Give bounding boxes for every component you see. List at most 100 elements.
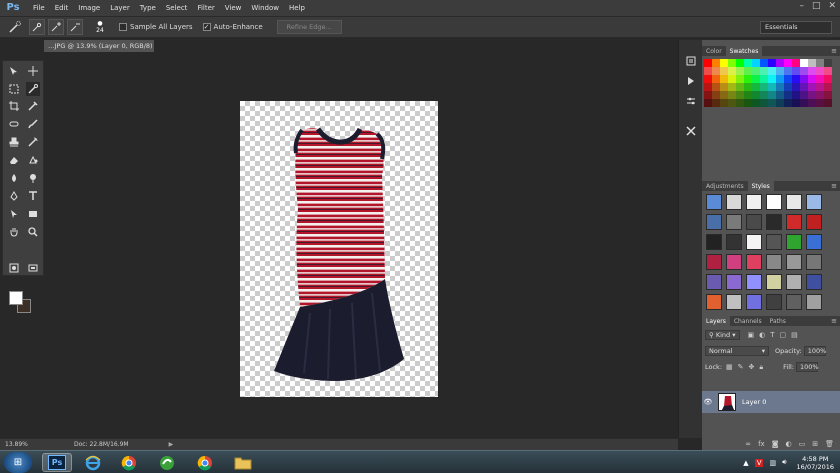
swatch[interactable] — [792, 83, 800, 91]
internet-explorer-icon[interactable] — [78, 453, 108, 472]
swatch[interactable] — [776, 67, 784, 75]
swatch[interactable] — [752, 99, 760, 107]
swatch[interactable] — [808, 83, 816, 91]
swatch[interactable] — [776, 75, 784, 83]
new-group-icon[interactable]: ▭ — [799, 440, 806, 448]
swatch[interactable] — [736, 67, 744, 75]
zoom-level[interactable]: 13.89% — [0, 441, 38, 448]
filter-shape-icon[interactable]: ▢ — [780, 331, 787, 339]
tab-swatches[interactable]: Swatches — [725, 46, 763, 56]
swatch[interactable] — [800, 75, 808, 83]
photoshop-taskbar-icon[interactable]: Ps — [42, 453, 72, 472]
new-layer-icon[interactable]: ⊞ — [812, 440, 818, 448]
swatch[interactable] — [800, 91, 808, 99]
menu-help[interactable]: Help — [284, 4, 310, 12]
tools-preset-icon[interactable] — [684, 124, 698, 138]
swatch[interactable] — [808, 91, 816, 99]
add-to-selection-icon[interactable] — [48, 19, 64, 35]
document-canvas[interactable] — [240, 101, 438, 397]
path-selection-tool-icon[interactable] — [7, 207, 21, 221]
swatch[interactable] — [736, 59, 744, 67]
swatch[interactable] — [736, 83, 744, 91]
style-preset[interactable] — [746, 254, 762, 270]
swatch[interactable] — [712, 83, 720, 91]
menu-view[interactable]: View — [220, 4, 247, 12]
swatch[interactable] — [736, 75, 744, 83]
swatch[interactable] — [728, 59, 736, 67]
panel-menu-icon[interactable]: ≡ — [831, 181, 837, 191]
tab-layers[interactable]: Layers — [702, 316, 730, 326]
pen-tool-icon[interactable] — [7, 189, 21, 203]
swatch[interactable] — [752, 67, 760, 75]
menu-edit[interactable]: Edit — [50, 4, 74, 12]
filter-type-icon[interactable]: T — [770, 331, 774, 339]
swatch[interactable] — [768, 59, 776, 67]
auto-enhance-option[interactable]: ✓ Auto-Enhance — [202, 23, 263, 31]
blend-mode-select[interactable]: Normal ▾ — [705, 346, 769, 356]
swatch[interactable] — [776, 91, 784, 99]
filter-smart-icon[interactable]: ▤ — [791, 331, 798, 339]
swatch[interactable] — [816, 67, 824, 75]
swatch[interactable] — [712, 75, 720, 83]
swatch[interactable] — [728, 75, 736, 83]
swatch[interactable] — [720, 83, 728, 91]
swatch[interactable] — [792, 75, 800, 83]
eye-icon[interactable]: 👁︎ — [702, 398, 714, 406]
swatch[interactable] — [784, 67, 792, 75]
style-preset[interactable] — [766, 214, 782, 230]
green-app-icon[interactable] — [152, 453, 182, 472]
swatch[interactable] — [720, 59, 728, 67]
adjustment-layer-icon[interactable]: ◐ — [786, 440, 792, 448]
swatch[interactable] — [792, 59, 800, 67]
swatch[interactable] — [760, 75, 768, 83]
swatch[interactable] — [776, 99, 784, 107]
layer-name[interactable]: Layer 0 — [742, 398, 766, 406]
menu-type[interactable]: Type — [135, 4, 161, 12]
swatch[interactable] — [712, 91, 720, 99]
quick-mask-icon[interactable] — [7, 261, 21, 275]
file-explorer-icon[interactable] — [228, 453, 258, 472]
style-preset[interactable] — [806, 294, 822, 310]
style-preset[interactable] — [746, 234, 762, 250]
style-preset[interactable] — [726, 254, 742, 270]
swatch[interactable] — [768, 83, 776, 91]
swatch[interactable] — [768, 75, 776, 83]
rectangle-tool-icon[interactable] — [26, 207, 40, 221]
swatch[interactable] — [776, 83, 784, 91]
type-tool-icon[interactable] — [26, 189, 40, 203]
swatch[interactable] — [824, 91, 832, 99]
style-preset[interactable] — [806, 214, 822, 230]
swatch[interactable] — [752, 59, 760, 67]
history-brush-tool-icon[interactable] — [26, 135, 40, 149]
swatch[interactable] — [768, 67, 776, 75]
style-preset[interactable] — [706, 214, 722, 230]
style-preset[interactable] — [746, 294, 762, 310]
swatch[interactable] — [800, 59, 808, 67]
swatch[interactable] — [792, 67, 800, 75]
style-preset[interactable] — [746, 214, 762, 230]
swatch[interactable] — [704, 91, 712, 99]
properties-panel-icon[interactable] — [684, 94, 698, 108]
clock[interactable]: 4:58 PM 16/07/2016 — [797, 455, 834, 471]
style-preset[interactable] — [786, 274, 802, 290]
style-preset[interactable] — [706, 274, 722, 290]
swatch[interactable] — [824, 83, 832, 91]
lock-image-icon[interactable]: ✎ — [738, 363, 744, 372]
eyedropper-tool-icon[interactable] — [26, 99, 40, 113]
color-chips[interactable] — [9, 291, 37, 315]
workspace-select[interactable]: Essentials — [760, 21, 832, 34]
opacity-input[interactable]: 100% — [803, 346, 826, 356]
style-preset[interactable] — [786, 194, 802, 210]
layer-row[interactable]: 👁︎ Layer 0 — [702, 391, 840, 413]
swatch[interactable] — [728, 99, 736, 107]
lock-position-icon[interactable]: ✥ — [749, 363, 755, 372]
tab-channels[interactable]: Channels — [730, 316, 766, 326]
link-layers-icon[interactable]: ∞ — [745, 440, 751, 448]
layer-style-icon[interactable]: fx — [758, 440, 765, 448]
swatch[interactable] — [720, 75, 728, 83]
style-preset[interactable] — [766, 234, 782, 250]
swatch[interactable] — [704, 67, 712, 75]
style-preset[interactable] — [806, 254, 822, 270]
style-preset[interactable] — [766, 274, 782, 290]
quick-selection-tool-icon[interactable] — [26, 82, 40, 96]
